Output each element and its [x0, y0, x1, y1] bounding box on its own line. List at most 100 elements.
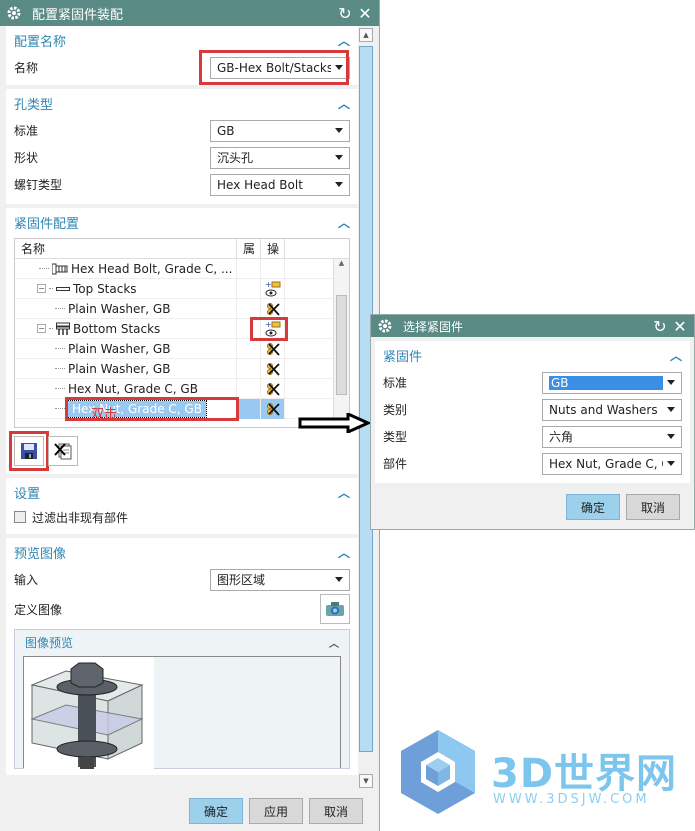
collapse-icon[interactable]: ︿ [670, 347, 682, 364]
collapse-icon[interactable]: ︿ [338, 484, 350, 501]
section-header[interactable]: 预览图像 ︿ [6, 538, 358, 566]
shape-select[interactable]: 沉头孔 [210, 146, 350, 169]
bolt-assembly-preview-image [24, 657, 154, 769]
collapse-icon[interactable]: ︿ [329, 635, 339, 650]
apply-button[interactable]: 应用 [249, 798, 303, 824]
tree-cell-name: − Top Stacks [15, 278, 237, 299]
tree-cell-attr [237, 338, 261, 359]
fastener-tree: 名称 属 操 Hex Head Bolt, Grade C, ... − Top S… [14, 238, 350, 428]
gear-icon[interactable] [6, 5, 22, 21]
type-select[interactable]: 六角 [542, 425, 682, 448]
delete-config-button[interactable] [48, 436, 78, 466]
capture-image-button[interactable] [320, 594, 350, 624]
remove-icon[interactable] [266, 362, 280, 376]
close-icon[interactable]: ✕ [357, 4, 373, 23]
cancel-button[interactable]: 取消 [309, 798, 363, 824]
collapse-icon[interactable]: ︿ [338, 544, 350, 561]
field-row: 标准 GB [375, 369, 690, 396]
tree-cell-action: + [261, 278, 285, 299]
save-icon [21, 443, 37, 459]
dialog-titlebar: 选择紧固件 ↻ ✕ [371, 315, 694, 337]
input-select[interactable]: 图形区域 [210, 568, 350, 591]
tree-cell-name: − Bottom Stacks [15, 318, 237, 339]
gear-icon[interactable] [377, 318, 393, 334]
tree-row[interactable]: Hex Nut, Grade C, GB [15, 378, 349, 399]
cancel-button[interactable]: 取消 [626, 494, 680, 520]
tree-cell-name: Hex Nut, Grade C, GB [15, 378, 237, 399]
remove-icon[interactable] [266, 382, 280, 396]
remove-icon[interactable] [266, 402, 280, 416]
tree-row[interactable]: Plain Washer, GB [15, 358, 349, 379]
field-row: 类别 Nuts and Washers [375, 396, 690, 423]
close-icon[interactable]: ✕ [672, 317, 688, 336]
tree-cell-action [261, 398, 285, 419]
field-row: 螺钉类型 Hex Head Bolt [6, 171, 358, 198]
input-row: 输入 图形区域 [6, 566, 358, 593]
standard-select[interactable]: GB [542, 371, 682, 394]
collapse-toggle-icon[interactable]: − [37, 284, 46, 293]
collapse-icon[interactable]: ︿ [338, 214, 350, 231]
tree-connector [49, 328, 53, 329]
reset-icon[interactable]: ↻ [652, 317, 668, 336]
define-image-label: 定义图像 [14, 602, 63, 617]
select-value: GB-Hex Bolt/Stacks [217, 60, 331, 75]
tree-row[interactable]: Plain Washer, GB [15, 338, 349, 359]
remove-icon[interactable] [266, 302, 280, 316]
ok-button[interactable]: 确定 [189, 798, 243, 824]
tree-header: 名称 属 操 [15, 239, 349, 259]
section-title: 配置名称 [14, 34, 67, 50]
tree-cell-name: Hex Nut, Grade C, GB [15, 398, 237, 419]
part-select[interactable]: Hex Nut, Grade C, G [542, 452, 682, 475]
reset-icon[interactable]: ↻ [337, 4, 353, 23]
image-preview-panel: 图像预览 ︿ [14, 629, 350, 769]
tree-cell-name: Plain Washer, GB [15, 298, 237, 319]
tree-row[interactable]: Plain Washer, GB [15, 298, 349, 319]
tree-scrollbar[interactable]: ▲ ▼ [333, 259, 349, 427]
section-header[interactable]: 紧固件配置 ︿ [6, 208, 358, 236]
config-name-select[interactable]: GB-Hex Bolt/Stacks [210, 56, 350, 79]
scroll-up-icon[interactable]: ▲ [359, 28, 373, 42]
save-button[interactable] [9, 431, 49, 471]
select-value: GB [217, 123, 235, 138]
ok-button[interactable]: 确定 [566, 494, 620, 520]
tree-cell-attr [237, 398, 261, 419]
filter-row[interactable]: 过滤出非现有部件 [6, 506, 358, 528]
define-image-row: 定义图像 [6, 593, 358, 625]
subpanel-header[interactable]: 图像预览 ︿ [15, 630, 349, 654]
collapse-icon[interactable]: ︿ [338, 95, 350, 112]
field-row: 形状 沉头孔 [6, 144, 358, 171]
preview-area [23, 656, 341, 769]
tree-row[interactable]: − Bottom Stacks + [15, 318, 349, 339]
scroll-down-icon[interactable]: ▼ [359, 774, 373, 788]
dropdown-arrow-icon [667, 461, 675, 466]
scroll-up-icon[interactable]: ▲ [334, 259, 349, 267]
add-fastener-icon[interactable]: + [265, 281, 281, 297]
section-header[interactable]: 设置 ︿ [6, 478, 358, 506]
category-select[interactable]: Nuts and Washers [542, 398, 682, 421]
tree-cell-name: Plain Washer, GB [15, 358, 237, 379]
collapse-toggle-icon[interactable]: − [37, 324, 46, 333]
tree-scroll-thumb[interactable] [336, 295, 347, 395]
filter-checkbox[interactable] [14, 511, 26, 523]
section-title: 紧固件配置 [14, 216, 80, 232]
standard-select[interactable]: GB [210, 119, 350, 142]
watermark: 3D世界网 WWW.3DSJW.COM [393, 727, 693, 817]
tree-item-label: Plain Washer, GB [68, 341, 171, 356]
tree-row[interactable]: Hex Head Bolt, Grade C, ... [15, 258, 349, 279]
collapse-icon[interactable]: ︿ [338, 32, 350, 49]
select-value: GB [549, 375, 663, 390]
column-name[interactable]: 名称 [15, 239, 237, 258]
section-header[interactable]: 紧固件 ︿ [375, 341, 690, 369]
column-action[interactable]: 操 [261, 239, 285, 258]
screw-type-select[interactable]: Hex Head Bolt [210, 173, 350, 196]
tree-item-label: Plain Washer, GB [68, 361, 171, 376]
add-fastener-icon[interactable]: + [265, 321, 281, 337]
type-label: 类型 [383, 430, 408, 444]
section-header[interactable]: 配置名称 ︿ [6, 26, 358, 54]
tree-row[interactable]: − Top Stacks + [15, 278, 349, 299]
remove-icon[interactable] [266, 342, 280, 356]
dropdown-arrow-icon [335, 155, 343, 160]
column-attr[interactable]: 属 [237, 239, 261, 258]
select-fastener-dialog: 选择紧固件 ↻ ✕ 紧固件 ︿ 标准 GB 类别 Nuts and Washer… [370, 314, 695, 530]
section-header[interactable]: 孔类型 ︿ [6, 89, 358, 117]
